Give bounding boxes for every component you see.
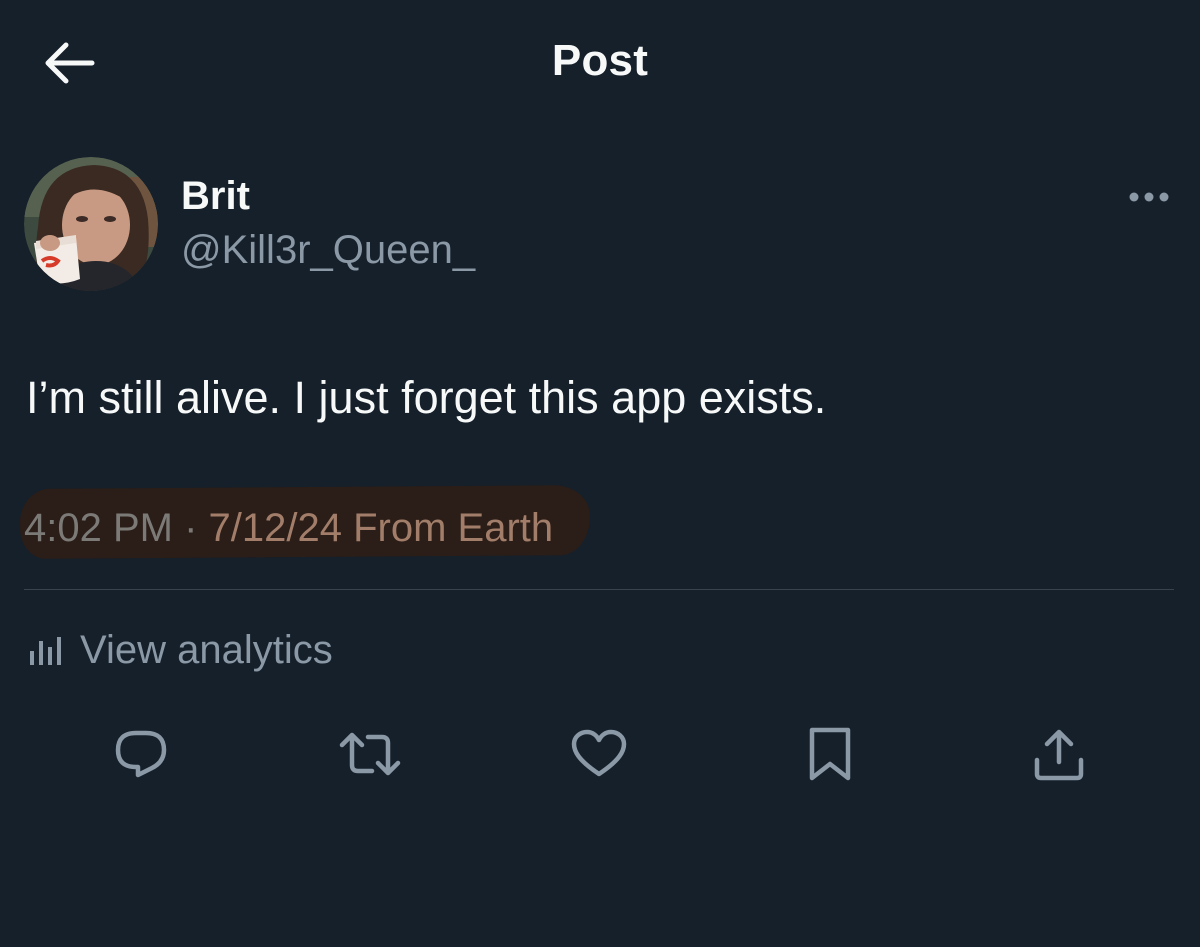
retweet-icon bbox=[338, 729, 402, 779]
bookmark-icon bbox=[807, 726, 853, 782]
post-date[interactable]: 7/12/24 bbox=[209, 506, 342, 550]
more-horizontal-icon bbox=[1128, 191, 1170, 203]
post-source: From Earth bbox=[353, 506, 554, 550]
share-icon bbox=[1031, 726, 1087, 782]
author-display-name[interactable]: Brit bbox=[181, 174, 250, 219]
post-text: I’m still alive. I just forget this app … bbox=[26, 372, 827, 423]
author-handle[interactable]: @Kill3r_Queen_ bbox=[181, 228, 475, 273]
heart-icon bbox=[570, 729, 628, 779]
meta-separator: · bbox=[172, 506, 209, 550]
avatar[interactable] bbox=[24, 157, 158, 291]
comment-icon bbox=[112, 728, 170, 780]
page-title: Post bbox=[551, 36, 649, 85]
view-analytics-button[interactable]: View analytics bbox=[28, 622, 333, 678]
bar-chart-icon bbox=[28, 633, 66, 667]
like-button[interactable] bbox=[567, 722, 631, 786]
post-time[interactable]: 4:02 PM bbox=[24, 506, 173, 550]
share-button[interactable] bbox=[1027, 722, 1091, 786]
more-options-button[interactable] bbox=[1122, 180, 1176, 214]
bookmark-button[interactable] bbox=[798, 722, 862, 786]
reply-button[interactable] bbox=[109, 722, 173, 786]
top-bar: Post bbox=[0, 0, 1200, 130]
view-analytics-label: View analytics bbox=[80, 627, 333, 672]
repost-button[interactable] bbox=[338, 722, 402, 786]
post-meta: 4:02 PM · 7/12/24 From Earth bbox=[24, 506, 553, 551]
divider bbox=[24, 589, 1174, 590]
